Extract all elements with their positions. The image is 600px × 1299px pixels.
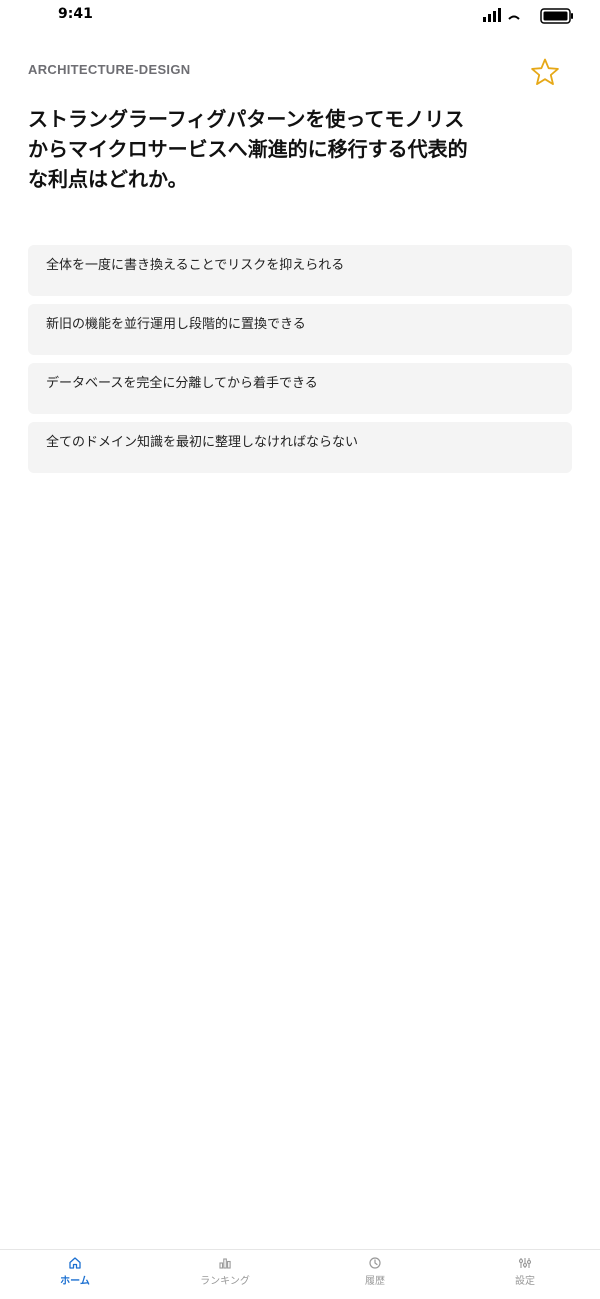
status-bar: 9:41	[0, 0, 600, 34]
tab-settings[interactable]: 設定	[450, 1250, 600, 1299]
tab-ranking-label: ランキング	[200, 1276, 250, 1287]
answer-option-2[interactable]: 新旧の機能を並行運用し段階的に置換できる	[28, 304, 572, 355]
answer-options: 全体を一度に書き換えることでリスクを抑えられる 新旧の機能を並行運用し段階的に置…	[28, 245, 572, 481]
ranking-icon	[219, 1258, 231, 1269]
signal-icon	[483, 8, 501, 22]
tab-history[interactable]: 履歴	[300, 1250, 450, 1299]
tab-bar: ホーム ランキング 履歴 設定	[0, 1249, 600, 1299]
star-icon[interactable]	[530, 57, 560, 87]
status-time: 9:41	[58, 6, 93, 22]
wifi-icon	[508, 15, 520, 20]
clock-icon	[369, 1257, 381, 1269]
settings-icon	[518, 1258, 532, 1268]
battery-icon	[540, 8, 573, 24]
question-text: ストラングラーフィグパターンを使ってモノリスからマイクロサービスへ漸進的に移行す…	[28, 107, 468, 191]
tab-ranking[interactable]: ランキング	[150, 1250, 300, 1299]
answer-option-4[interactable]: 全てのドメイン知識を最初に整理しなければならない	[28, 422, 572, 473]
tab-settings-label: 設定	[515, 1276, 535, 1287]
tab-home[interactable]: ホーム	[0, 1250, 150, 1299]
answer-option-3[interactable]: データベースを完全に分離してから着手できる	[28, 363, 572, 414]
home-icon	[69, 1257, 81, 1269]
tab-history-label: 履歴	[365, 1276, 385, 1287]
category-label: ARCHITECTURE-DESIGN	[28, 62, 191, 77]
answer-option-1[interactable]: 全体を一度に書き換えることでリスクを抑えられる	[28, 245, 572, 296]
tab-home-label: ホーム	[60, 1276, 90, 1287]
